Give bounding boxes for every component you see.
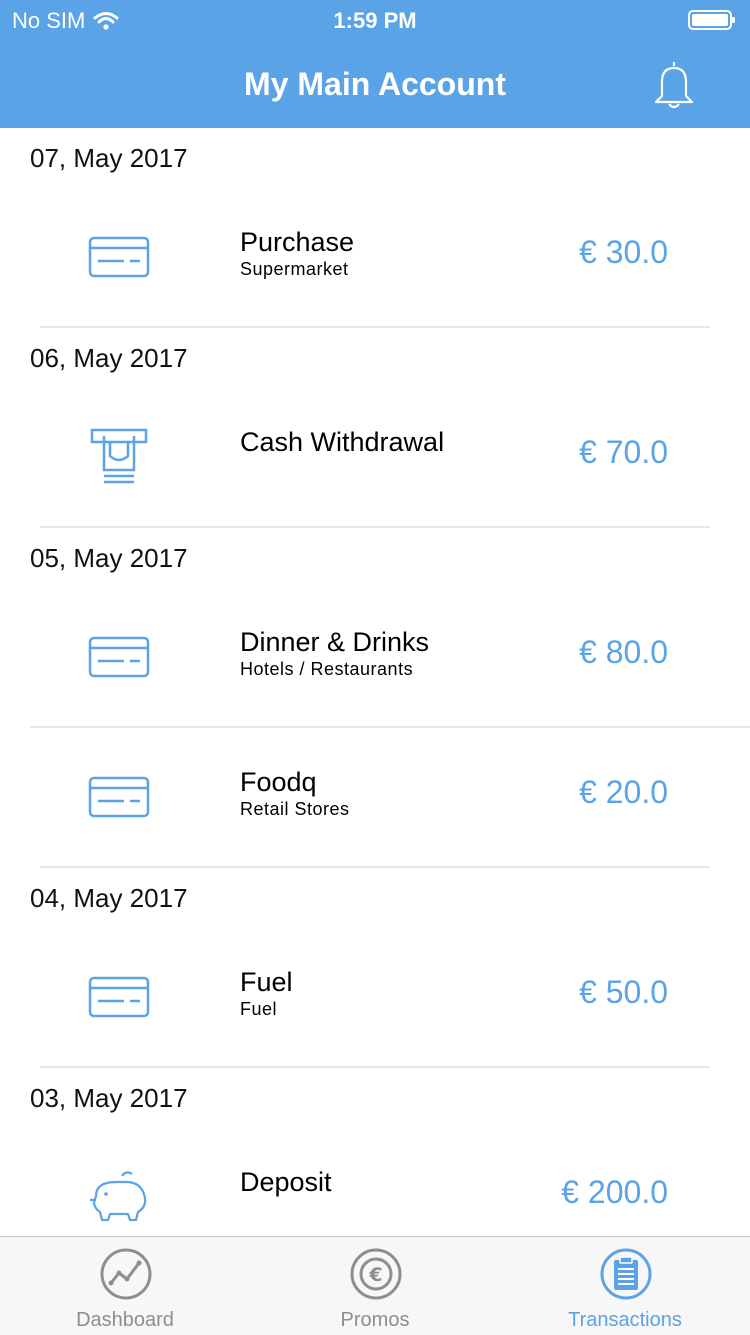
date-header: 06, May 2017 [30,343,188,373]
credit-card-icon [88,776,150,818]
tab-label: Transactions [568,1309,682,1331]
transaction-amount: € 30.0 [579,234,668,270]
transaction-category: Supermarket [240,259,349,279]
date-header: 05, May 2017 [30,543,188,573]
atm-icon [90,428,148,484]
chart-line-icon [100,1248,152,1300]
date-header: 04, May 2017 [30,883,188,913]
tab-bar: Dashboard € Promos Transactions [0,1236,750,1335]
transaction-row[interactable]: Deposit € 200.0 [0,1128,750,1236]
battery-icon [688,10,735,30]
transaction-texts: Cash Withdrawal [240,426,444,458]
tab-label: Dashboard [76,1309,174,1331]
transaction-row[interactable]: Dinner & Drinks Hotels / Restaurants € 8… [0,588,750,728]
credit-card-icon [88,636,150,678]
app-header: No SIM 1:59 PM My Main Account [0,0,750,128]
transaction-amount: € 50.0 [579,974,668,1010]
transaction-title: Foodq [240,767,317,797]
tab-promos[interactable]: € Promos [250,1237,500,1335]
transaction-category: Retail Stores [240,799,350,819]
transaction-category: Fuel [240,999,278,1019]
transaction-title: Fuel [240,967,293,997]
date-header: 03, May 2017 [30,1083,188,1113]
euro-circle-icon: € [350,1248,402,1300]
transaction-texts: Foodq Retail Stores [240,766,350,820]
transaction-amount: € 20.0 [579,774,668,810]
piggy-bank-icon [90,1171,147,1222]
transaction-row[interactable]: Foodq Retail Stores € 20.0 [0,728,750,868]
transaction-title: Purchase [240,227,355,257]
transactions-list[interactable]: 07, May 2017 Purchase Supermarket € 30.0… [0,128,750,1236]
transaction-amount: € 200.0 [561,1174,668,1210]
status-time: 1:59 PM [333,8,417,33]
transaction-row[interactable]: Cash Withdrawal € 70.0 [0,388,750,528]
transaction-title: Deposit [240,1167,332,1197]
bell-icon[interactable] [652,58,696,110]
transaction-texts: Deposit [240,1166,332,1198]
transaction-category: Hotels / Restaurants [240,659,414,679]
transaction-texts: Purchase Supermarket [240,226,354,280]
credit-card-icon [88,976,150,1018]
transaction-row[interactable]: Purchase Supermarket € 30.0 [0,188,750,328]
transaction-amount: € 80.0 [579,634,668,670]
page-title: My Main Account [244,66,506,102]
svg-text:€: € [368,1264,382,1286]
transaction-texts: Dinner & Drinks Hotels / Restaurants [240,626,429,680]
credit-card-icon [88,236,150,278]
clipboard-list-icon [600,1248,652,1300]
transaction-title: Cash Withdrawal [240,427,445,457]
transaction-amount: € 70.0 [579,434,668,470]
tab-transactions[interactable]: Transactions [500,1237,750,1335]
transaction-title: Dinner & Drinks [240,627,430,657]
tab-label: Promos [340,1309,410,1331]
transaction-texts: Fuel Fuel [240,966,293,1020]
transaction-row[interactable]: Fuel Fuel € 50.0 [0,928,750,1068]
date-header: 07, May 2017 [30,143,188,173]
status-bar: No SIM 1:59 PM [0,0,750,40]
tab-dashboard[interactable]: Dashboard [0,1237,250,1335]
